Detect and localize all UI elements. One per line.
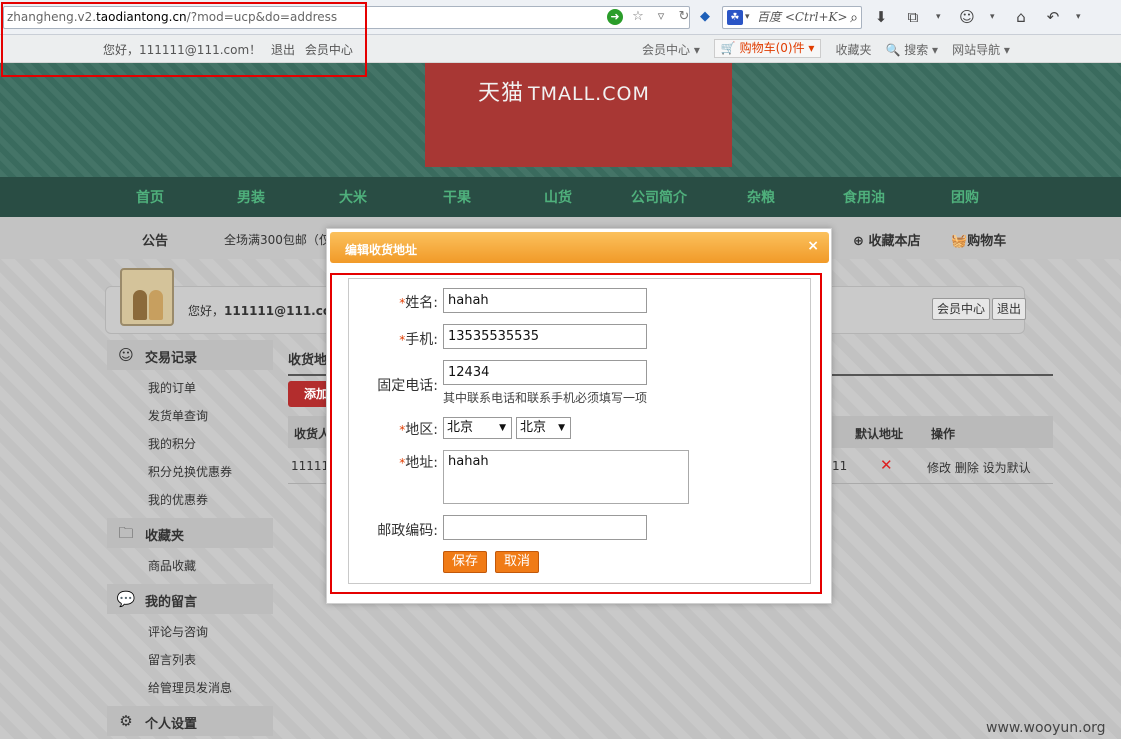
reload-icon[interactable]: ↻ xyxy=(676,9,692,25)
main-nav: 首页 男装 大米 干果 山货 公司简介 杂粮 食用油 团购 xyxy=(0,177,1121,217)
annotation-box-form xyxy=(330,273,822,594)
sidebar-section-label: 收藏夹 xyxy=(145,529,185,544)
plus-icon: ⊕ xyxy=(853,234,864,249)
browser-toolbar-icons: ⬇ ⧉ ▾ ☺ ▾ ⌂ ↶ ▾ xyxy=(872,8,1084,26)
baidu-icon[interactable]: ☘ xyxy=(727,10,743,25)
nav-item-grains[interactable]: 杂粮 xyxy=(747,187,775,207)
logout-button[interactable]: 退出 xyxy=(992,298,1027,320)
sidebar-section-settings[interactable]: ⚙ 个人设置 xyxy=(107,706,273,736)
favorites-link[interactable]: 收藏夹 xyxy=(835,41,871,58)
notice-title: 公告 xyxy=(142,234,169,249)
chevron-down-icon[interactable]: ▾ xyxy=(990,12,998,22)
member-menu[interactable]: 会员中心 ▾ xyxy=(642,41,700,58)
col-receiver: 收货人 xyxy=(294,427,331,441)
member-center-button[interactable]: 会员中心 xyxy=(932,298,991,320)
logo-en: TMALL.COM xyxy=(528,83,650,105)
nav-item-oil[interactable]: 食用油 xyxy=(843,187,885,207)
sidebar-section-label: 我的留言 xyxy=(145,595,198,610)
chevron-down-icon[interactable]: ▾ xyxy=(1076,12,1084,22)
sidebar-item-my-coupons[interactable]: 我的优惠券 xyxy=(148,491,208,508)
search-placeholder: 百度 <Ctrl+K> xyxy=(757,10,848,24)
chevron-down-icon[interactable]: ▾ xyxy=(745,7,750,28)
user-hello-prefix: 您好， xyxy=(188,304,225,318)
chat-icon: 💬 xyxy=(116,590,136,608)
search-icon[interactable]: ⌕ xyxy=(850,8,858,29)
sidebar-item-my-points[interactable]: 我的积分 xyxy=(148,435,196,452)
logo[interactable]: 天猫 TMALL.COM xyxy=(425,63,732,167)
undo-icon[interactable]: ↶ xyxy=(1044,8,1062,26)
sidebar-section-label: 个人设置 xyxy=(145,717,198,732)
site-header: 天猫 TMALL.COM xyxy=(0,63,1121,177)
cart-link[interactable]: 🧺购物车 xyxy=(951,230,1006,249)
folder-icon: 🗀 xyxy=(118,524,134,542)
nav-item-about[interactable]: 公司简介 xyxy=(631,187,687,207)
cell-operations[interactable]: 修改 删除 设为默认 xyxy=(927,459,1031,476)
sidebar-section-orders[interactable]: ☺ 交易记录 xyxy=(107,340,273,370)
logo-cn: 天猫 xyxy=(478,81,525,106)
favorite-shop-label: 收藏本店 xyxy=(868,234,921,249)
chevron-down-icon[interactable]: ▾ xyxy=(936,12,944,22)
sidebar-item-shipping-query[interactable]: 发货单查询 xyxy=(148,407,208,424)
cell-phone: 11 xyxy=(832,459,848,473)
extension-icon[interactable]: ◆ xyxy=(697,9,713,25)
nav-item-nuts[interactable]: 干果 xyxy=(443,187,471,207)
search-box[interactable]: ☘ ▾ 百度 <Ctrl+K> ⌕ xyxy=(722,6,862,29)
gear-icon: ⚙ xyxy=(119,712,133,730)
sidebar-item-product-favorites[interactable]: 商品收藏 xyxy=(148,557,196,574)
watermark: www.wooyun.org xyxy=(986,720,1106,736)
user-name: 111111@111.cor xyxy=(224,304,337,318)
logo-text: 天猫 TMALL.COM xyxy=(478,75,650,107)
basket-icon: 🧺 xyxy=(951,234,968,249)
sidebar-item-message-list[interactable]: 留言列表 xyxy=(148,651,196,668)
dialog-title: 编辑收货地址 xyxy=(345,243,418,257)
cell-receiver: 11111 xyxy=(291,459,330,473)
sidebar-item-my-orders[interactable]: 我的订单 xyxy=(148,379,196,396)
sidebar-section-label: 交易记录 xyxy=(145,351,198,366)
top-links: 会员中心 ▾ 🛒 购物车(0)件 ▾ 收藏夹 🔍 搜索 ▾ 网站导航 ▾ xyxy=(642,39,1024,58)
search-menu[interactable]: 🔍 搜索 ▾ xyxy=(885,41,938,58)
smiley-icon[interactable]: ☺ xyxy=(958,8,976,26)
notice-text: 全场满300包邮（仅 xyxy=(224,233,331,247)
sidebar-item-message-admin[interactable]: 给管理员发消息 xyxy=(148,679,232,696)
avatar xyxy=(120,268,174,326)
nav-item-groupbuy[interactable]: 团购 xyxy=(951,187,979,207)
not-default-icon: ✕ xyxy=(880,456,893,474)
screenshot-icon[interactable]: ⧉ xyxy=(904,8,922,26)
go-icon[interactable]: ➜ xyxy=(607,9,623,25)
close-icon[interactable]: × xyxy=(807,238,819,254)
sidebar-section-messages[interactable]: 💬 我的留言 xyxy=(107,584,273,614)
download-icon[interactable]: ⬇ xyxy=(872,8,890,26)
avatar-figure-icon xyxy=(133,290,147,320)
col-default: 默认地址 xyxy=(855,427,904,441)
content-title: 收货地 xyxy=(288,353,328,368)
sidebar-item-reviews[interactable]: 评论与咨询 xyxy=(148,623,208,640)
dialog-header: 编辑收货地址 × xyxy=(330,232,829,263)
cart-button[interactable]: 🛒 购物车(0)件 ▾ xyxy=(713,39,822,58)
smiley-icon: ☺ xyxy=(118,346,134,364)
sidebar-item-redeem-coupons[interactable]: 积分兑换优惠券 xyxy=(148,463,232,480)
nav-item-rice[interactable]: 大米 xyxy=(339,187,367,207)
avatar-figure-icon xyxy=(149,290,163,320)
col-ops: 操作 xyxy=(931,427,956,441)
cart-link-label: 购物车 xyxy=(967,234,1007,249)
nav-item-menswear[interactable]: 男装 xyxy=(237,187,265,207)
annotation-box-url xyxy=(1,2,367,77)
site-nav-menu[interactable]: 网站导航 ▾ xyxy=(952,41,1010,58)
url-icons: ➜ ☆ ▿ ↻ xyxy=(607,9,692,25)
user-hello: 您好，111111@111.cor xyxy=(188,302,337,319)
bookmark-star-icon[interactable]: ☆ xyxy=(630,9,646,25)
home-icon[interactable]: ⌂ xyxy=(1012,8,1030,26)
nav-item-home[interactable]: 首页 xyxy=(136,187,164,207)
nav-item-mountain-goods[interactable]: 山货 xyxy=(544,187,572,207)
sidebar-section-favorites[interactable]: 🗀 收藏夹 xyxy=(107,518,273,548)
dropdown-icon[interactable]: ▿ xyxy=(653,9,669,25)
favorite-shop-button[interactable]: ⊕ 收藏本店 xyxy=(853,230,920,249)
